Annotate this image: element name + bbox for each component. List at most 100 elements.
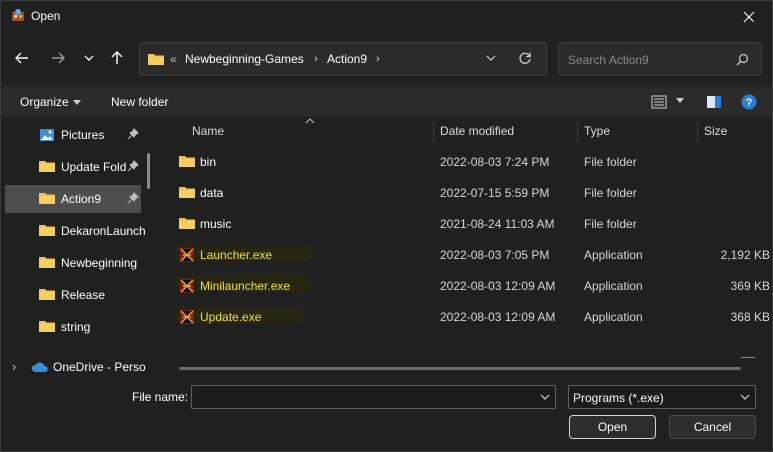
recent-locations-button[interactable] — [77, 46, 101, 70]
file-name-field[interactable] — [191, 385, 556, 409]
file-row-music[interactable]: music 2021-08-24 11:03 AM File folder — [173, 209, 772, 240]
search-input[interactable]: Search Action9 — [568, 53, 649, 67]
sidebar-item-release[interactable]: Release — [5, 281, 141, 309]
organize-button[interactable]: Organize — [20, 95, 69, 109]
file-row-bin[interactable]: bin 2022-08-03 7:24 PM File folder — [173, 147, 772, 178]
sidebar-item-string[interactable]: string — [5, 313, 141, 341]
application-icon — [180, 279, 194, 293]
file-type: Application — [584, 279, 643, 293]
onedrive-icon — [31, 362, 48, 372]
back-button[interactable] — [10, 46, 34, 70]
sidebar-item-dekaronlauncher[interactable]: DekaronLaunch — [5, 217, 146, 245]
sidebar-item-pictures[interactable]: Pictures — [5, 121, 141, 149]
application-icon — [180, 310, 194, 324]
navigation-pane: Pictures Update Fold Action9 DekaronLaun… — [1, 117, 151, 375]
file-type: File folder — [584, 155, 637, 169]
column-header-date-modified[interactable]: Date modified — [433, 117, 577, 145]
new-folder-button[interactable]: New folder — [111, 95, 168, 109]
breadcrumb-overflow[interactable]: « — [170, 52, 177, 66]
expand-chevron-icon[interactable]: › — [12, 359, 16, 374]
breadcrumb-newbeginning-games[interactable]: Newbeginning-Games — [185, 52, 304, 66]
forward-button[interactable] — [46, 46, 70, 70]
filter-value: Programs (*.exe) — [573, 391, 664, 405]
breadcrumb-separator[interactable]: › — [376, 53, 380, 65]
up-button[interactable] — [105, 46, 129, 70]
folder-icon — [39, 225, 55, 236]
file-date: 2021-08-24 11:03 AM — [440, 217, 555, 231]
caret-down-icon[interactable] — [676, 98, 684, 104]
view-details-icon[interactable] — [651, 94, 667, 110]
sidebar-item-label: DekaronLaunch — [61, 224, 146, 238]
file-type: Application — [584, 310, 643, 324]
file-date: 2022-08-03 7:24 PM — [440, 155, 550, 169]
help-icon[interactable]: ? — [741, 94, 757, 110]
dialog-footer: File name: Programs (*.exe) Open Cancel — [1, 375, 772, 451]
resize-mark — [741, 357, 755, 358]
sidebar-item-action9[interactable]: Action9 — [5, 185, 141, 213]
file-name: data — [200, 186, 224, 200]
file-type-filter[interactable]: Programs (*.exe) — [568, 385, 756, 409]
file-type: File folder — [584, 217, 637, 231]
sidebar-item-newbeginning[interactable]: Newbeginning — [5, 249, 141, 277]
refresh-icon[interactable] — [518, 51, 532, 65]
file-size: 2,192 KB — [720, 248, 770, 262]
folder-icon — [39, 321, 55, 332]
command-bar: Organize New folder ? — [1, 87, 772, 117]
sidebar-item-onedrive[interactable]: › OneDrive - Perso — [1, 353, 151, 375]
file-row-minilauncher-exe[interactable]: Minilauncher.exe 2022-08-03 12:09 AM App… — [173, 271, 772, 302]
chevron-down-icon — [84, 55, 94, 61]
file-row-launcher-exe[interactable]: Launcher.exe 2022-08-03 7:05 PM Applicat… — [173, 240, 772, 271]
column-header-label: Name — [192, 124, 225, 138]
breadcrumb-separator[interactable]: › — [314, 53, 318, 65]
folder-icon — [179, 156, 195, 167]
search-box[interactable]: Search Action9 — [558, 42, 762, 76]
column-header-label: Size — [704, 124, 728, 138]
pin-icon — [127, 160, 139, 172]
close-icon — [743, 11, 755, 22]
sidebar-item-label: Newbeginning — [61, 256, 138, 270]
chevron-down-icon[interactable] — [540, 393, 550, 401]
file-name-label: File name: — [132, 390, 189, 404]
file-name: Minilauncher.exe — [200, 279, 291, 293]
preview-pane-icon[interactable] — [706, 94, 722, 110]
folder-icon — [179, 218, 195, 229]
file-name: Update.exe — [200, 310, 262, 324]
folder-icon — [39, 257, 55, 268]
chevron-down-icon — [740, 394, 750, 400]
up-arrow-icon — [111, 51, 123, 64]
svg-text:?: ? — [746, 97, 753, 109]
file-type: File folder — [584, 186, 637, 200]
file-date: 2022-08-03 7:05 PM — [440, 248, 550, 262]
column-header-size[interactable]: Size — [697, 117, 772, 145]
column-header-name[interactable]: Name — [165, 117, 433, 145]
pin-icon — [127, 192, 139, 204]
cancel-button-label: Cancel — [693, 420, 732, 434]
close-button[interactable] — [726, 1, 772, 32]
file-row-data[interactable]: data 2022-07-15 5:59 PM File folder — [173, 178, 772, 209]
horizontal-scrollbar[interactable] — [179, 367, 741, 370]
column-header-label: Type — [584, 124, 611, 138]
file-size: 368 KB — [730, 310, 770, 324]
navigation-pane-scrollbar[interactable] — [147, 153, 150, 189]
sidebar-item-label: Update Fold — [61, 160, 127, 174]
address-bar[interactable]: « Newbeginning-Games › Action9 › — [139, 42, 547, 76]
app-icon — [12, 9, 24, 21]
file-name: Launcher.exe — [200, 248, 273, 262]
open-button[interactable]: Open — [569, 415, 656, 439]
window-title: Open — [31, 9, 61, 23]
folder-icon — [39, 161, 55, 172]
file-row-update-exe[interactable]: Update.exe 2022-08-03 12:09 AM Applicati… — [173, 302, 772, 333]
chevron-down-icon[interactable] — [485, 52, 497, 64]
sidebar-item-update-folder[interactable]: Update Fold — [5, 153, 141, 181]
cancel-button[interactable]: Cancel — [669, 415, 756, 439]
back-arrow-icon — [15, 52, 28, 64]
file-name: bin — [200, 155, 217, 169]
breadcrumb-action9[interactable]: Action9 — [327, 52, 367, 66]
file-type: Application — [584, 248, 643, 262]
forward-arrow-icon — [52, 52, 65, 64]
folder-icon — [39, 289, 55, 300]
column-header-type[interactable]: Type — [577, 117, 697, 145]
caret-down-icon[interactable] — [73, 100, 81, 105]
file-list: Name Date modified Type Size bin 2022-08… — [165, 117, 772, 375]
sidebar-item-label: OneDrive - Perso — [53, 360, 146, 374]
